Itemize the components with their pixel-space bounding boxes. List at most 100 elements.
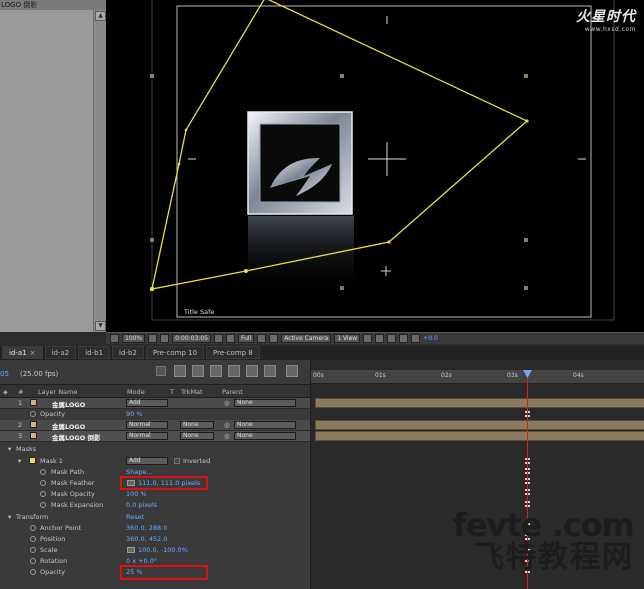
column-mode[interactable]: Mode xyxy=(127,388,145,396)
position-value[interactable]: 360.0, 452.0 xyxy=(126,535,167,543)
reset-exposure-icon[interactable] xyxy=(411,334,421,343)
timeline-icon[interactable] xyxy=(387,334,397,343)
layer-duration-bar[interactable] xyxy=(315,398,644,408)
property-group-row[interactable]: ▾ Transform Reset xyxy=(0,512,310,523)
motion-blur-icon[interactable] xyxy=(246,365,258,377)
pick-whip-icon[interactable]: ◎ xyxy=(224,432,230,440)
blend-mode-select[interactable]: Normal xyxy=(126,421,168,429)
view-layout-select[interactable]: 1 View xyxy=(334,334,361,343)
tab-pre-comp-8[interactable]: Pre-comp 8 xyxy=(206,346,260,359)
trkmat-select[interactable]: None xyxy=(180,421,214,429)
opacity-value[interactable]: 90 % xyxy=(126,410,143,418)
twirl-down-icon[interactable]: ▾ xyxy=(8,513,11,521)
stopwatch-icon[interactable] xyxy=(30,547,36,553)
layer-duration-bar[interactable] xyxy=(315,431,644,441)
layer-row[interactable]: 1 金属LOGO Add ◎ None xyxy=(0,398,310,409)
timecode-display[interactable]: 05 xyxy=(0,370,9,378)
stopwatch-icon[interactable] xyxy=(30,525,36,531)
frame-blending-icon[interactable] xyxy=(228,365,240,377)
layer-name[interactable]: 金属LOGO 倒影 xyxy=(52,432,101,442)
constrain-proportions-icon[interactable] xyxy=(127,547,135,553)
safe-zones-icon[interactable] xyxy=(148,334,158,343)
layer-name[interactable]: 金属LOGO xyxy=(52,421,85,431)
column-trkmat[interactable]: TrkMat xyxy=(181,388,203,396)
composition-viewer[interactable]: Title Safe 火星时代 www.hxsd.com xyxy=(106,0,644,332)
twirl-down-icon[interactable]: ▾ xyxy=(8,445,11,453)
stopwatch-icon[interactable] xyxy=(40,480,46,486)
column-parent[interactable]: Parent xyxy=(222,388,243,396)
inverted-checkbox[interactable] xyxy=(174,458,180,464)
stopwatch-icon[interactable] xyxy=(30,536,36,542)
stopwatch-icon[interactable] xyxy=(40,491,46,497)
time-ruler[interactable]: 00s 01s 02s 03s 04s xyxy=(311,370,644,384)
transform-reset-link[interactable]: Reset xyxy=(126,513,144,521)
column-layer-name[interactable]: Layer Name xyxy=(38,388,77,396)
project-list[interactable] xyxy=(0,10,93,332)
brainstorm-icon[interactable] xyxy=(264,365,276,377)
comp-mini-flowchart-icon[interactable] xyxy=(174,365,186,377)
close-tab-icon[interactable]: × xyxy=(30,349,36,357)
project-scrollbar[interactable]: ▲ ▼ xyxy=(93,10,106,332)
layer-row[interactable]: 3 金属LOGO 倒影 Normal None ◎ None xyxy=(0,431,310,442)
mask-visibility-icon[interactable] xyxy=(160,334,170,343)
label-column-icon[interactable]: ◈ xyxy=(3,388,8,396)
twirl-down-icon[interactable]: ▾ xyxy=(18,457,21,465)
always-preview-icon[interactable] xyxy=(110,334,119,343)
column-t[interactable]: T xyxy=(170,388,174,396)
channel-icon[interactable] xyxy=(225,334,235,343)
anchor-point-icon[interactable] xyxy=(381,266,391,276)
column-number[interactable]: # xyxy=(18,388,23,396)
layer-row[interactable]: 2 金属LOGO Normal None ◎ None xyxy=(0,420,310,431)
project-item-title[interactable]: LOGO 倒影 xyxy=(1,0,37,10)
flowchart-icon[interactable] xyxy=(399,334,409,343)
mask-name[interactable]: Mask 1 xyxy=(40,457,63,465)
mask-expansion-value[interactable]: 0.0 pixels xyxy=(126,501,157,509)
pick-whip-icon[interactable]: ◎ xyxy=(224,399,230,407)
scroll-up-icon[interactable]: ▲ xyxy=(95,11,106,21)
anchor-point-value[interactable]: 360.0, 288.0 xyxy=(126,524,167,532)
mask-color-swatch[interactable] xyxy=(29,457,36,464)
stopwatch-icon[interactable] xyxy=(40,469,46,475)
toggle-pixel-aspect-icon[interactable] xyxy=(363,334,373,343)
pick-whip-icon[interactable]: ◎ xyxy=(224,421,230,429)
tab-id-b1[interactable]: id-b1 xyxy=(78,346,111,359)
layer-duration-bar[interactable] xyxy=(315,420,644,430)
graph-editor-icon[interactable] xyxy=(286,365,298,377)
stopwatch-icon[interactable] xyxy=(40,502,46,508)
parent-select[interactable]: None xyxy=(234,421,296,429)
stopwatch-icon[interactable] xyxy=(30,558,36,564)
tab-id-b2[interactable]: id-b2 xyxy=(112,346,144,359)
transparency-grid-icon[interactable] xyxy=(269,334,279,343)
tab-pre-comp-10[interactable]: Pre-comp 10 xyxy=(145,346,205,359)
property-group-row[interactable]: ▾ Masks xyxy=(0,444,310,455)
search-icon[interactable] xyxy=(156,366,166,376)
camera-select[interactable]: Active Camera xyxy=(281,334,332,343)
current-time-display[interactable]: 0:00:03:05 xyxy=(172,334,211,343)
mask-row[interactable]: ▾ Mask 1 Add Inverted xyxy=(0,456,310,467)
fast-previews-icon[interactable] xyxy=(375,334,385,343)
tab-id-a1[interactable]: id-a1 × xyxy=(2,346,43,359)
stopwatch-icon[interactable] xyxy=(30,569,36,575)
layer-name[interactable]: 金属LOGO xyxy=(52,399,85,409)
trkmat-select[interactable]: None xyxy=(180,432,214,440)
resolution-select[interactable]: Full xyxy=(237,334,255,343)
layer-label-color[interactable] xyxy=(30,399,37,406)
stopwatch-icon[interactable] xyxy=(30,411,36,417)
hide-shy-layers-icon[interactable] xyxy=(210,365,222,377)
draft-3d-icon[interactable] xyxy=(192,365,204,377)
blend-mode-select[interactable]: Add xyxy=(126,399,168,407)
snapshot-icon[interactable] xyxy=(213,334,223,343)
scale-value[interactable]: 100.0, -100.0% xyxy=(138,546,188,554)
layer-label-color[interactable] xyxy=(30,432,37,439)
mask-path-value[interactable]: Shape... xyxy=(126,468,153,476)
parent-select[interactable]: None xyxy=(234,399,296,407)
zoom-select[interactable]: 100% xyxy=(122,334,146,343)
tab-id-a2[interactable]: id-a2 xyxy=(44,346,77,359)
scroll-down-icon[interactable]: ▼ xyxy=(95,321,106,331)
exposure-value[interactable]: +0.0 xyxy=(423,335,438,342)
playhead-icon[interactable] xyxy=(523,370,532,379)
mask-mode-select[interactable]: Add xyxy=(126,457,168,465)
rotation-value[interactable]: 0 x +0.0° xyxy=(126,557,157,565)
layer-label-color[interactable] xyxy=(30,421,37,428)
region-of-interest-icon[interactable] xyxy=(257,334,267,343)
